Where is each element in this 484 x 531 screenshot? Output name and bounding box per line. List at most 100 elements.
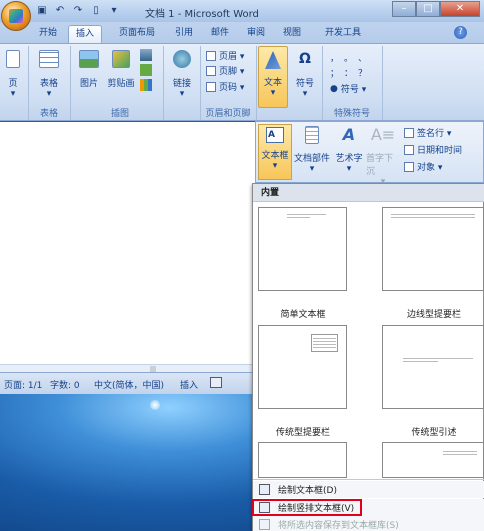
- calendar-icon: [404, 144, 414, 155]
- textbox-icon: A: [266, 127, 284, 143]
- object-icon: [404, 161, 414, 172]
- symbol-button[interactable]: Ω 符号 ▾: [292, 50, 318, 99]
- special-symbols-grid: ， 。 、 ； ： ？: [330, 51, 372, 79]
- quickparts-icon: [305, 126, 319, 144]
- draw-textbox-item[interactable]: 绘制文本框(D): [253, 481, 484, 498]
- symbol-glyph[interactable]: 、: [358, 51, 372, 64]
- footer-button[interactable]: 页脚 ▾: [206, 64, 244, 77]
- tab-view[interactable]: 视图: [276, 25, 308, 43]
- text-icon: [265, 51, 281, 69]
- office-logo-icon: [9, 9, 23, 23]
- page-count[interactable]: 页面: 1/1: [4, 378, 42, 391]
- tab-page-layout[interactable]: 页面布局: [112, 25, 162, 43]
- tab-developer[interactable]: 开发工具: [318, 25, 368, 43]
- thumbnail-caption: 传统型引述: [411, 428, 457, 438]
- gallery-thumbnail-partial[interactable]: [382, 442, 484, 478]
- macro-record-icon[interactable]: [210, 377, 222, 388]
- dropdown-arrow-icon: ▾: [302, 89, 308, 99]
- special-symbol-dropdown[interactable]: ● 符号 ▾: [330, 82, 366, 96]
- save-to-gallery-item[interactable]: 将所选内容保存到文本框库(S): [253, 516, 484, 531]
- clipart-icon: [112, 50, 130, 68]
- new-doc-icon[interactable]: ▯: [90, 5, 102, 17]
- symbol-glyph[interactable]: 。: [344, 51, 358, 64]
- dropdown-arrow-icon: ▾: [10, 89, 16, 99]
- menu-divider: [253, 479, 484, 480]
- divider: [256, 46, 257, 120]
- text-button[interactable]: 文本 ▾: [258, 46, 288, 108]
- table-icon: [39, 50, 59, 68]
- minimize-button[interactable]: –: [392, 1, 416, 17]
- gallery-thumbnail-classic-sidebar[interactable]: [258, 325, 347, 409]
- gallery-thumbnail-classic-quote[interactable]: [382, 325, 484, 409]
- dropcap-button[interactable]: A≡ 首字下沉 ▾: [366, 126, 400, 188]
- maximize-button[interactable]: □: [416, 1, 440, 17]
- tab-references[interactable]: 引用: [168, 25, 200, 43]
- word-count[interactable]: 字数: 0: [50, 378, 80, 391]
- dropcap-label: 首字下沉: [366, 154, 394, 177]
- wordart-button[interactable]: A 艺术字 ▾: [332, 125, 366, 175]
- quickparts-button[interactable]: 文档部件 ▾: [293, 126, 331, 174]
- smartart-icon[interactable]: [140, 64, 152, 76]
- insert-mode-indicator[interactable]: 插入: [180, 378, 198, 391]
- save-icon[interactable]: ▣: [36, 5, 48, 17]
- undo-icon[interactable]: ↶: [54, 5, 66, 17]
- dropdown-arrow-icon: ▾: [46, 89, 52, 99]
- redo-icon[interactable]: ↷: [72, 5, 84, 17]
- gallery-thumbnail-sideline[interactable]: [382, 207, 484, 291]
- textbox-button[interactable]: A 文本框 ▾: [258, 124, 292, 180]
- object-button[interactable]: 对象 ▾: [404, 160, 442, 173]
- window-title: 文档 1 - Microsoft Word: [145, 9, 259, 20]
- page-number-button[interactable]: 页码 ▾: [206, 80, 244, 93]
- dropdown-arrow-icon: ▾: [272, 161, 278, 171]
- footer-icon: [206, 65, 216, 76]
- picture-button[interactable]: 图片: [76, 50, 102, 89]
- header-button[interactable]: 页眉 ▾: [206, 49, 244, 62]
- close-button[interactable]: ✕: [440, 1, 480, 17]
- bullet-icon: ●: [330, 83, 338, 94]
- links-button[interactable]: 链接 ▾: [169, 50, 195, 99]
- dropdown-arrow-icon: ▾: [179, 89, 185, 99]
- gallery-thumbnail-simple[interactable]: [258, 207, 347, 291]
- symbol-glyph[interactable]: ：: [344, 66, 358, 79]
- signature-line-button[interactable]: 签名行 ▾: [404, 126, 451, 139]
- quick-access-toolbar: ▣ ↶ ↷ ▯ ▾: [36, 4, 120, 18]
- language-indicator[interactable]: 中文(简体，中国): [94, 378, 164, 391]
- chart-icon[interactable]: [140, 79, 152, 91]
- wordart-icon: A: [342, 125, 356, 144]
- pages-label: 页: [8, 79, 18, 89]
- save-selection-icon: [259, 519, 270, 530]
- table-button[interactable]: 表格 ▾: [35, 50, 63, 99]
- divider: [163, 46, 164, 120]
- textbox-label: 文本框: [261, 151, 289, 161]
- symbol-glyph[interactable]: ？: [358, 66, 372, 79]
- thumbnail-caption: 简单文本框: [280, 310, 326, 320]
- datetime-button[interactable]: 日期和时间: [404, 143, 462, 156]
- object-label: 对象 ▾: [417, 163, 443, 173]
- dropdown-arrow-icon: ▾: [309, 164, 315, 174]
- customize-icon[interactable]: ▾: [108, 5, 120, 17]
- clipart-button[interactable]: 剪贴画: [105, 50, 137, 89]
- symbol-glyph[interactable]: ；: [330, 66, 344, 79]
- picture-icon: [79, 50, 99, 68]
- symbol-glyph[interactable]: ，: [330, 51, 344, 64]
- header-footer-group-label: 页眉和页脚: [205, 109, 251, 119]
- tab-mailings[interactable]: 邮件: [204, 25, 236, 43]
- shapes-icon[interactable]: [140, 49, 152, 61]
- dropdown-arrow-icon: ▾: [346, 164, 352, 174]
- divider: [382, 46, 383, 120]
- tab-home[interactable]: 开始: [32, 25, 64, 43]
- tab-insert[interactable]: 插入: [68, 25, 103, 43]
- link-icon: [173, 50, 191, 68]
- signature-icon: [404, 127, 414, 138]
- office-button[interactable]: [1, 1, 31, 31]
- divider: [70, 46, 71, 120]
- tab-review[interactable]: 审阅: [240, 25, 272, 43]
- pages-button[interactable]: 页 ▾: [3, 50, 23, 99]
- desktop-glow: [150, 400, 160, 410]
- footer-label: 页脚 ▾: [219, 67, 245, 77]
- page-number-label: 页码 ▾: [219, 83, 245, 93]
- clipart-label: 剪贴画: [107, 79, 135, 89]
- thumbnail-caption: 传统型提要栏: [275, 428, 330, 438]
- help-icon[interactable]: ?: [454, 26, 467, 39]
- gallery-thumbnail-partial[interactable]: [258, 442, 347, 478]
